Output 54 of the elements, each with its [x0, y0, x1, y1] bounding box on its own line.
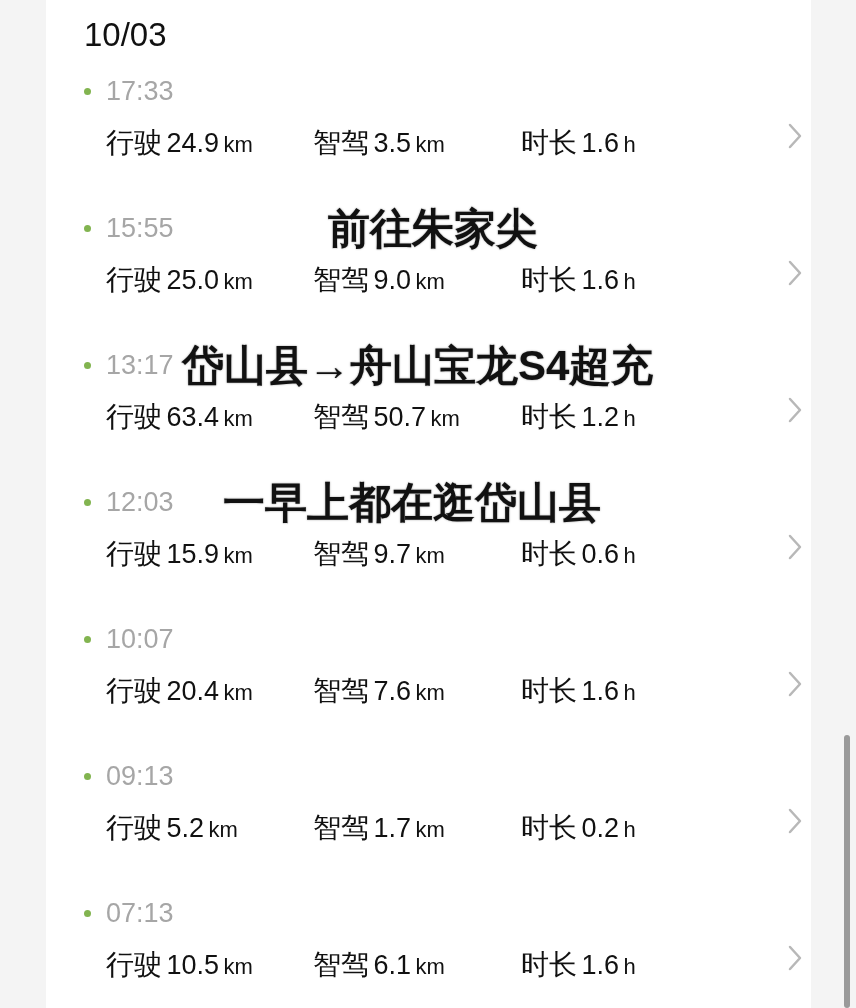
chevron-right-icon — [787, 808, 803, 834]
caption-text: 前往朱家尖 — [327, 204, 539, 254]
timeline-dot-icon — [84, 361, 91, 369]
trip-stat: 时长 1.6 h — [521, 948, 637, 982]
trip-time: 07:13 — [106, 897, 174, 929]
trip-time: 13:17 — [106, 349, 174, 381]
timeline-dot-icon — [84, 772, 91, 780]
trip-stat: 智驾 6.1 km — [313, 948, 446, 982]
trip-time: 12:03 — [106, 486, 174, 518]
chevron-right-icon — [787, 671, 803, 697]
chevron-right-icon — [787, 397, 803, 423]
chevron-right-icon — [787, 260, 803, 286]
trip-row[interactable]: 行驶 63.4 km 智驾 50.7 km 时长 1.2 h — [84, 389, 811, 445]
trip-row[interactable]: 行驶 10.5 km 智驾 6.1 km 时长 1.6 h — [84, 937, 811, 993]
trip-row[interactable]: 行驶 15.9 km 智驾 9.7 km 时长 0.6 h — [84, 526, 811, 582]
trip-stat: 智驾 9.7 km — [313, 537, 446, 571]
trip-stat: 智驾 9.0 km — [313, 263, 446, 297]
timeline-dot-icon — [84, 909, 91, 917]
timeline-dot-icon — [84, 635, 91, 643]
trip-stat: 行驶 5.2 km — [106, 811, 239, 845]
trip-time: 15:55 — [106, 212, 174, 244]
date-heading: 10/03 — [84, 15, 168, 55]
trip-stat: 行驶 10.5 km — [106, 948, 254, 982]
trip-row[interactable]: 行驶 25.0 km 智驾 9.0 km 时长 1.6 h — [84, 252, 811, 308]
trip-stat: 时长 0.2 h — [521, 811, 637, 845]
chevron-right-icon — [787, 945, 803, 971]
trip-stat: 行驶 63.4 km — [106, 400, 254, 434]
timeline-dot-icon — [84, 498, 91, 506]
trip-stat: 智驾 1.7 km — [313, 811, 446, 845]
trip-row[interactable]: 行驶 5.2 km 智驾 1.7 km 时长 0.2 h — [84, 800, 811, 856]
trip-row[interactable]: 行驶 24.9 km 智驾 3.5 km 时长 1.6 h — [84, 115, 811, 171]
timeline-dot-icon — [84, 224, 91, 232]
scrollbar[interactable] — [844, 735, 850, 1008]
trip-time: 17:33 — [106, 75, 174, 107]
trip-stat: 时长 1.6 h — [521, 263, 637, 297]
trip-stat: 行驶 20.4 km — [106, 674, 254, 708]
trip-stat: 行驶 15.9 km — [106, 537, 254, 571]
trip-stat: 智驾 7.6 km — [313, 674, 446, 708]
trip-time: 09:13 — [106, 760, 174, 792]
trip-stat: 行驶 24.9 km — [106, 126, 254, 160]
caption-text: 岱山县→舟山宝龙S4超充 — [180, 341, 655, 391]
trip-stat: 时长 1.6 h — [521, 674, 637, 708]
trip-time: 10:07 — [106, 623, 174, 655]
chevron-right-icon — [787, 534, 803, 560]
caption-text: 一早上都在逛岱山县 — [222, 478, 602, 528]
trip-stat: 行驶 25.0 km — [106, 263, 254, 297]
trip-stat: 时长 1.2 h — [521, 400, 637, 434]
trip-row[interactable]: 行驶 20.4 km 智驾 7.6 km 时长 1.6 h — [84, 663, 811, 719]
chevron-right-icon — [787, 123, 803, 149]
trip-stat: 时长 1.6 h — [521, 126, 637, 160]
timeline-dot-icon — [84, 87, 91, 95]
trip-stat: 时长 0.6 h — [521, 537, 637, 571]
trip-stat: 智驾 50.7 km — [313, 400, 461, 434]
trip-stat: 智驾 3.5 km — [313, 126, 446, 160]
